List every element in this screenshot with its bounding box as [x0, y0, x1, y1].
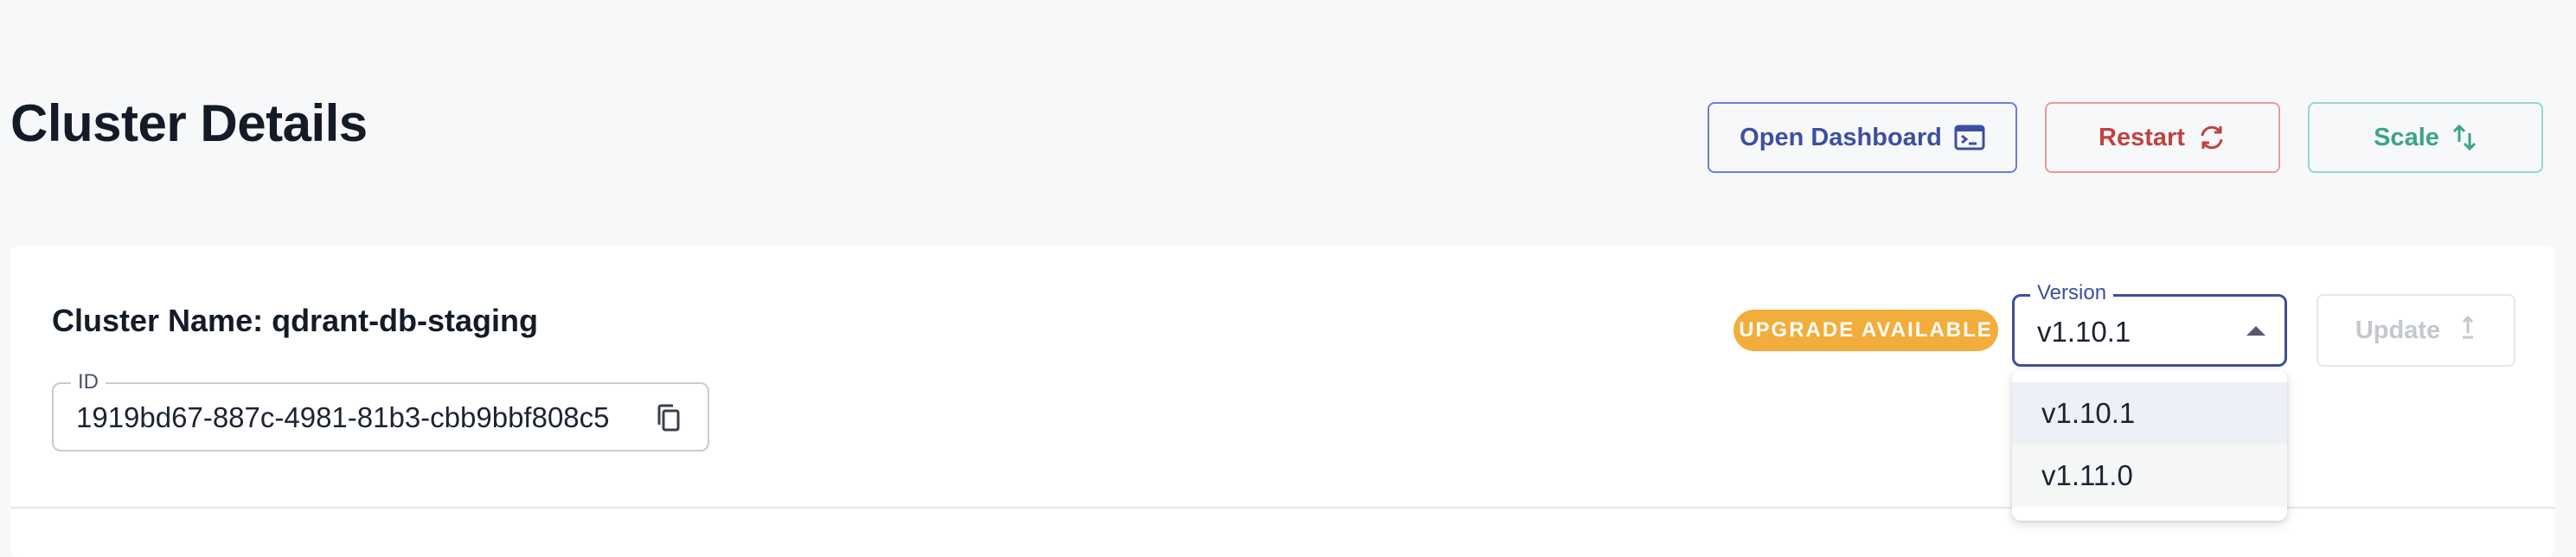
update-button[interactable]: Update: [2316, 294, 2515, 367]
cluster-id-field: ID 1919bd67-887c-4981-81b3-cbb9bbf808c5: [52, 370, 709, 451]
version-select[interactable]: Version v1.10.1: [2012, 281, 2287, 367]
upgrade-available-badge: UPGRADE AVAILABLE: [1733, 310, 1998, 351]
swap-vertical-icon: [2451, 123, 2477, 152]
version-dropdown-menu: v1.10.1 v1.11.0: [2012, 370, 2287, 521]
copy-icon[interactable]: [656, 403, 682, 437]
open-dashboard-button[interactable]: Open Dashboard: [1708, 102, 2017, 173]
caret-up-icon[interactable]: [2246, 326, 2265, 336]
scale-button[interactable]: Scale: [2308, 102, 2543, 173]
upload-arrow-icon: [2459, 314, 2477, 347]
refresh-icon: [2197, 124, 2227, 151]
version-option-1[interactable]: v1.10.1: [2012, 382, 2287, 445]
cluster-id-label: ID: [71, 370, 106, 394]
cluster-id-value: 1919bd67-887c-4981-81b3-cbb9bbf808c5: [76, 401, 610, 433]
scale-label: Scale: [2374, 123, 2439, 151]
page-title: Cluster Details: [10, 94, 368, 152]
update-label: Update: [2355, 316, 2441, 344]
version-label: Version: [2030, 281, 2114, 305]
open-dashboard-label: Open Dashboard: [1740, 123, 1942, 151]
restart-label: Restart: [2099, 123, 2185, 151]
restart-button[interactable]: Restart: [2045, 102, 2280, 173]
version-option-2[interactable]: v1.11.0: [2012, 445, 2287, 507]
cluster-name: Cluster Name: qdrant-db-staging: [52, 303, 539, 338]
version-selected-value: v1.10.1: [2037, 316, 2131, 348]
terminal-icon: [1954, 125, 1985, 150]
